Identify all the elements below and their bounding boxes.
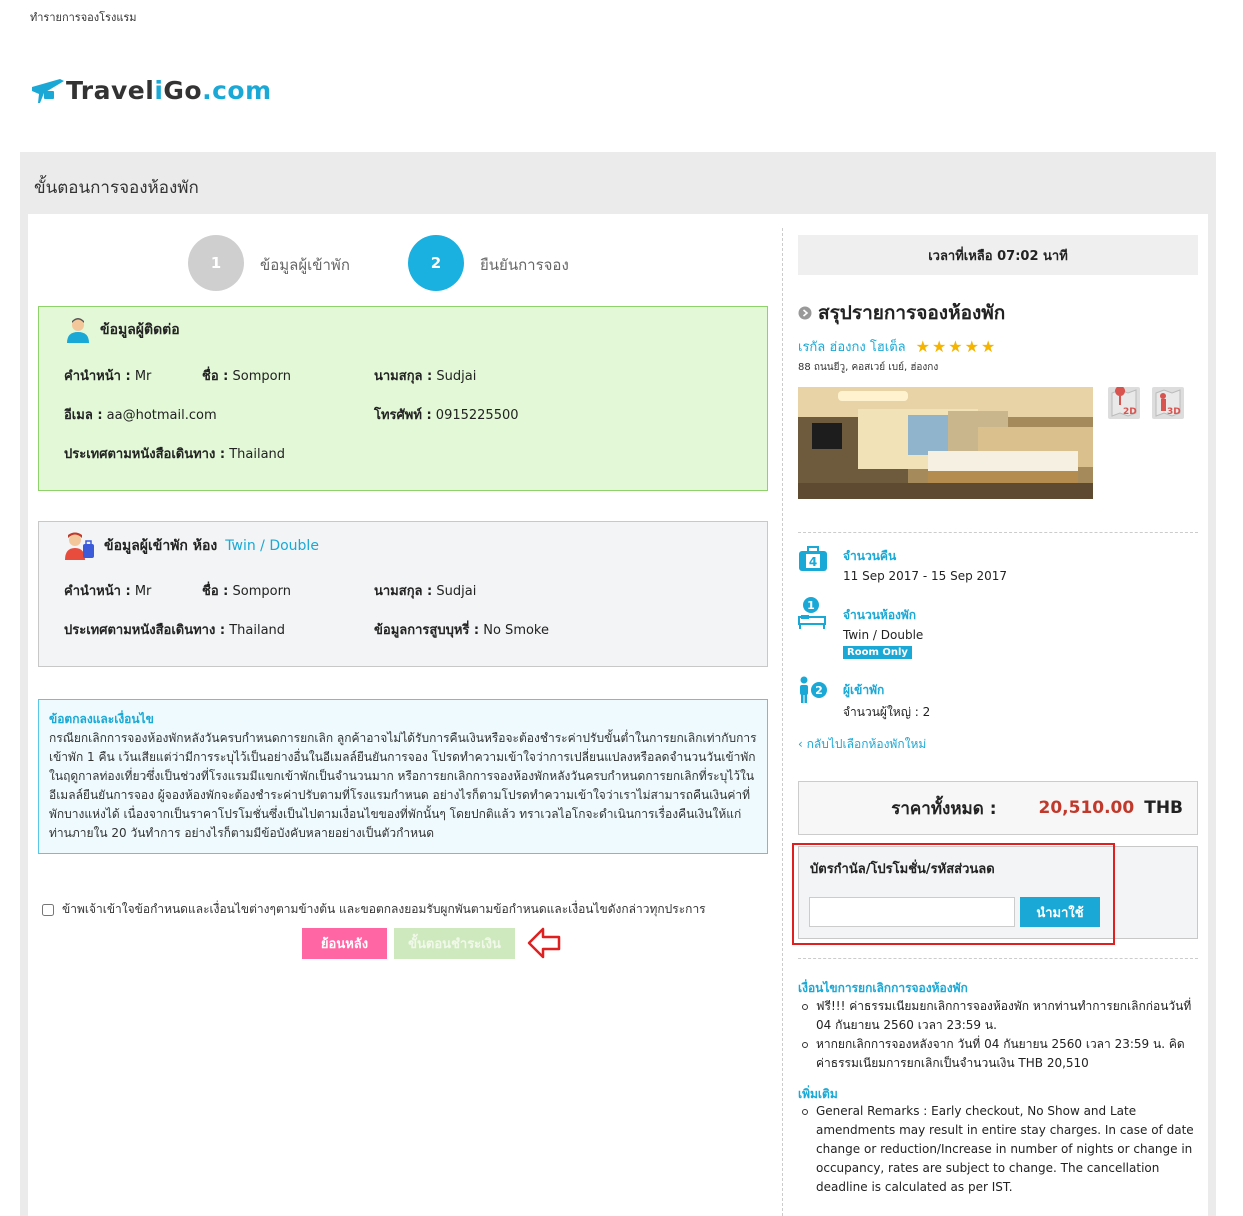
list-item: ฟรี!!! ค่าธรรมเนียมยกเลิกการจองห้องพัก ห… [800, 997, 1196, 1035]
plane-logo-icon [32, 78, 64, 103]
terms-title: ข้อตกลงและเงื่อนไข [49, 712, 154, 726]
map-2d-label: 2D [1123, 407, 1137, 417]
summary-title: สรุปรายการจองห้องพัก [798, 298, 1005, 328]
traveligo-logo[interactable]: TraveliGo.com [30, 76, 272, 105]
guests-label: ผู้เข้าพัก [843, 683, 885, 697]
cancel-divider [798, 958, 1198, 959]
contact-email-field: อีเมล : aa@hotmail.com [64, 408, 217, 423]
page-title: ขั้นตอนการจองห้องพัก [34, 178, 199, 198]
step-2-circle: 2 [408, 235, 464, 291]
guest-room-type: Twin / Double [225, 538, 319, 554]
guest-first-name-field: ชื่อ : Somporn [202, 584, 291, 599]
terms-box[interactable]: ข้อตกลงและเงื่อนไข กรณียกเลิกการจองห้องพ… [38, 699, 768, 854]
contact-country-field: ประเทศตามหนังสือเดินทาง : Thailand [64, 447, 286, 462]
extra-remarks-list: General Remarks : Early checkout, No Sho… [800, 1102, 1196, 1197]
rooms-count-number: 1 [807, 599, 815, 612]
guests-person-icon: 2 [800, 676, 827, 703]
summary-title-text: สรุปรายการจองห้องพัก [818, 302, 1006, 324]
agree-text: ข้าพเจ้าเข้าใจข้อกำหนดและเงื่อนไขต่างๆตา… [62, 902, 706, 916]
guest-smoking-field: ข้อมูลการสูบบุหรี่ : No Smoke [374, 623, 549, 638]
guests-value: จำนวนผู้ใหญ่ : 2 [843, 705, 931, 719]
agree-row: ข้าพเจ้าเข้าใจข้อกำหนดและเงื่อนไขต่างๆตา… [42, 900, 706, 919]
hotel-room-photo[interactable] [798, 387, 1093, 499]
back-button[interactable]: ย้อนหลัง [302, 928, 387, 959]
column-divider [782, 228, 783, 1216]
breadcrumb: ทำรายการจองโรงแรม [30, 11, 137, 24]
room-only-badge: Room Only [843, 646, 912, 659]
guest-heading: ข้อมูลผู้เข้าพัก ห้อง Twin / Double [64, 532, 319, 560]
luggage-nights-icon: 4 [799, 546, 827, 571]
payment-step-button[interactable]: ขั้นตอนชำระเงิน [394, 928, 515, 959]
agree-checkbox[interactable] [42, 903, 54, 916]
nights-label: จำนวนคืน [843, 549, 897, 563]
rooms-value: Twin / Double [843, 628, 924, 642]
total-label: ราคาทั้งหมด : [891, 798, 997, 819]
nights-value: 11 Sep 2017 - 15 Sep 2017 [843, 569, 1008, 583]
summary-divider [798, 532, 1198, 533]
chevron-circle-icon [798, 306, 812, 320]
bed-rooms-icon: 1 [798, 597, 826, 629]
contact-heading-text: ข้อมูลผู้ติดต่อ [100, 322, 180, 338]
total-price-box: ราคาทั้งหมด : 20,510.00 THB [798, 781, 1198, 835]
logo-text-com: .com [202, 76, 272, 105]
guests-count-number: 2 [815, 684, 823, 697]
total-amount: 20,510.00 [1038, 798, 1135, 818]
step-1-label: ข้อมูลผู้เข้าพัก [260, 256, 350, 274]
step-1-circle: 1 [188, 235, 244, 291]
contact-heading: ข้อมูลผู้ติดต่อ [64, 317, 180, 343]
logo-text-travel: Travel [66, 76, 155, 105]
map-3d-icon[interactable]: 3D [1152, 387, 1184, 419]
red-highlight-annotation [792, 843, 1115, 945]
hotel-star-rating: ★★★★★ [915, 337, 998, 356]
hotel-address: 88 ถนนยีวู, คอสเวย์ เบย์, ฮ่องกง [798, 362, 939, 373]
guest-traveler-icon [65, 532, 94, 560]
guest-last-name-field: นามสกุล : Sudjai [374, 584, 477, 599]
list-item: หากยกเลิกการจองหลังจาก วันที่ 04 กันยายน… [800, 1035, 1196, 1073]
total-currency: THB [1144, 798, 1183, 818]
map-2d-icon[interactable]: 2D [1108, 387, 1140, 419]
red-arrow-annotation-icon [527, 927, 561, 959]
map-3d-label: 3D [1167, 407, 1181, 417]
nights-count-number: 4 [809, 555, 817, 569]
guest-heading-text: ข้อมูลผู้เข้าพัก ห้อง [104, 538, 218, 554]
back-to-room-selection-link[interactable]: ‹ กลับไปเลือกห้องพักใหม่ [798, 735, 926, 754]
hotel-name-link[interactable]: เรกัล ฮ่องกง โฮเต็ล [798, 336, 906, 357]
rooms-label: จำนวนห้องพัก [843, 608, 917, 622]
guest-title-field: คำนำหน้า : Mr [64, 584, 152, 599]
list-item: General Remarks : Early checkout, No Sho… [800, 1102, 1196, 1197]
contact-last-name-field: นามสกุล : Sudjai [374, 369, 477, 384]
contact-title-field: คำนำหน้า : Mr [64, 369, 152, 384]
chevron-left-icon: ‹ [798, 737, 803, 751]
time-remaining-bar: เวลาที่เหลือ 07:02 นาที [798, 235, 1198, 275]
back-link-text: กลับไปเลือกห้องพักใหม่ [806, 737, 927, 751]
step-2-label: ยืนยันการจอง [480, 256, 569, 274]
terms-body: กรณียกเลิกการจองห้องพักหลังวันครบกำหนดกา… [49, 731, 757, 840]
contact-person-icon [67, 318, 89, 343]
cancellation-policy-title: เงื่อนไขการยกเลิกการจองห้องพัก [798, 981, 968, 995]
logo-text-go: Go [163, 76, 203, 105]
hotel-name-row: เรกัล ฮ่องกง โฮเต็ล ★★★★★ [798, 336, 997, 357]
contact-first-name-field: ชื่อ : Somporn [202, 369, 291, 384]
cancellation-policy-list: ฟรี!!! ค่าธรรมเนียมยกเลิกการจองห้องพัก ห… [800, 997, 1196, 1073]
contact-phone-field: โทรศัพท์ : 0915225500 [374, 408, 519, 423]
guest-country-field: ประเทศตามหนังสือเดินทาง : Thailand [64, 623, 286, 638]
